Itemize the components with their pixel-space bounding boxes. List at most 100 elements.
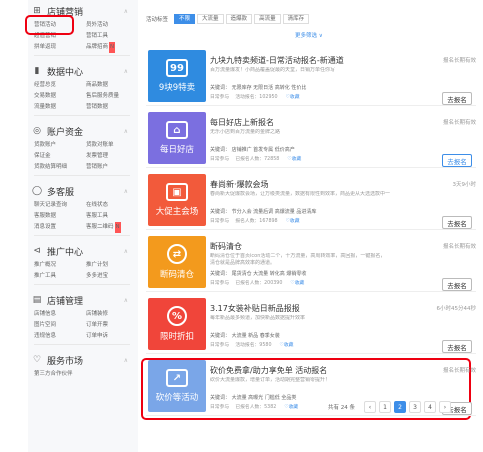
- page-number-button[interactable]: 4: [424, 401, 436, 413]
- sidebar-item[interactable]: 客服工具: [86, 211, 138, 222]
- activity-status: 报名长期有效: [442, 120, 476, 126]
- sidebar-item[interactable]: 员外活动: [86, 20, 138, 31]
- sidebar-item-label: 图片空间: [34, 322, 57, 328]
- sidebar-section-header[interactable]: ♡ 服务市场 ∧: [28, 351, 138, 369]
- filter-chip[interactable]: 大流量: [197, 14, 224, 24]
- favorite-link[interactable]: ♡收藏: [284, 405, 298, 410]
- activity-status: 报名长期有效: [442, 244, 476, 250]
- activity-thumbnail[interactable]: 99 9块9特卖: [148, 50, 206, 102]
- sidebar-divider: [34, 284, 130, 285]
- highlight-box-sidebar: [25, 15, 74, 35]
- filter-chip[interactable]: 高流量: [254, 14, 281, 24]
- page-number-button[interactable]: 3: [409, 401, 421, 413]
- page-number-button[interactable]: 1: [379, 401, 391, 413]
- favorite-link[interactable]: ♡收藏: [290, 281, 304, 286]
- activity-title[interactable]: 春尚新·爆款会场: [210, 179, 269, 190]
- new-badge: N: [109, 42, 116, 53]
- register-button[interactable]: 去报名: [442, 154, 472, 167]
- sidebar-item[interactable]: 货款账户: [34, 140, 86, 151]
- sidebar-section-header[interactable]: ▮ 数据中心 ∧: [28, 62, 138, 80]
- sidebar-item[interactable]: 在线状态: [86, 200, 138, 211]
- sidebar-item[interactable]: 售后服务质量: [86, 91, 138, 102]
- sidebar-item[interactable]: 流量数据: [34, 102, 86, 113]
- sidebar-item[interactable]: 店铺装修: [86, 309, 138, 320]
- activity-thumbnail[interactable]: ▣ 大促主会场: [148, 174, 206, 226]
- activity-title[interactable]: 九块九特卖频道-日常活动报名-新通道: [210, 55, 344, 66]
- sidebar-item[interactable]: 营销工具: [86, 31, 138, 42]
- sidebar-item[interactable]: 店铺信息: [34, 309, 86, 320]
- activity-description: 无乐小店到百万流量的金牌之路: [210, 129, 281, 135]
- sidebar-item[interactable]: 订单申诉: [86, 331, 138, 342]
- activity-title[interactable]: 砍价免费拿/助力享免单 活动报名: [210, 365, 327, 376]
- activity-thumbnail-caption: 大促主会场: [155, 207, 199, 217]
- sidebar-item[interactable]: 多多进宝: [86, 271, 138, 282]
- sidebar-item[interactable]: 营销账户: [86, 162, 138, 173]
- sidebar-item[interactable]: 客服数据: [34, 211, 86, 222]
- sidebar-item[interactable]: 经营总览: [34, 80, 86, 91]
- sidebar-section-header[interactable]: ⊲ 推广中心 ∧: [28, 242, 138, 260]
- activity-title[interactable]: 每日好店上新报名: [210, 117, 274, 128]
- activity-icon: ▣: [166, 183, 188, 201]
- register-button[interactable]: 去报名: [442, 92, 472, 105]
- sidebar-section-header[interactable]: ◯ 多客服 ∧: [28, 182, 138, 200]
- sidebar: ⊞ 店铺营销 ∧ 营销活动 员外活动 超值营销 营销工具 拼单返现 品牌招商 N ▮ 数据中心 ∧ 经营总…: [28, 0, 138, 452]
- sidebar-item-label: 消息设置: [34, 224, 57, 230]
- activity-title[interactable]: 3.17女装补贴日新品报报: [210, 303, 300, 314]
- activity-thumbnail-caption: 9块9特卖: [158, 83, 196, 93]
- sidebar-item[interactable]: 订单开票: [86, 320, 138, 331]
- sidebar-item[interactable]: 商品数据: [86, 80, 138, 91]
- account-funds-icon: ◎: [33, 126, 41, 136]
- registered-count: 已报名人数：72858: [235, 157, 280, 162]
- sidebar-item[interactable]: 品牌招商 N: [86, 42, 138, 53]
- sidebar-item[interactable]: 消息设置: [34, 222, 86, 233]
- activity-thumbnail-caption: 砍价等活动: [155, 393, 199, 403]
- sidebar-item[interactable]: 营销数据: [86, 102, 138, 113]
- favorite-label: 收藏: [294, 281, 305, 286]
- sidebar-section: ◎ 账户资金 ∧ 货款账户 货款对账单 保证金 发票管理 货款结算明细 营销账户: [28, 118, 138, 178]
- sidebar-section-header[interactable]: ◎ 账户资金 ∧: [28, 122, 138, 140]
- activity-thumbnail[interactable]: ⇄ 断码清仓: [148, 236, 206, 288]
- sidebar-item[interactable]: 货款结算明细: [34, 162, 86, 173]
- register-button[interactable]: 去报名: [442, 340, 472, 353]
- register-button[interactable]: 去报名: [442, 278, 472, 291]
- favorite-link[interactable]: ♡收藏: [287, 157, 301, 162]
- sidebar-item[interactable]: 货款对账单: [86, 140, 138, 151]
- sidebar-item[interactable]: 保证金: [34, 151, 86, 162]
- sidebar-item[interactable]: 图片空间: [34, 320, 86, 331]
- more-filters-link[interactable]: 更多筛选 ∨: [295, 31, 323, 39]
- activity-thumbnail[interactable]: % 限时折扣: [148, 298, 206, 350]
- next-page-button[interactable]: ›: [439, 401, 451, 413]
- favorite-link[interactable]: ♡收藏: [280, 343, 294, 348]
- sidebar-item[interactable]: 交易数据: [34, 91, 86, 102]
- sidebar-item[interactable]: 推广计划: [86, 260, 138, 271]
- activity-thumbnail[interactable]: ↗ 砍价等活动: [148, 360, 206, 412]
- activity-title[interactable]: 断码清仓: [210, 241, 242, 252]
- sidebar-item[interactable]: 发票管理: [86, 151, 138, 162]
- register-button[interactable]: 去报名: [442, 216, 472, 229]
- sidebar-item[interactable]: 推广工具: [34, 271, 86, 282]
- filter-chip[interactable]: 清库存: [282, 14, 310, 24]
- activity-thumbnail[interactable]: ⌂ 每日好店: [148, 112, 206, 164]
- sidebar-section: ◯ 多客服 ∧ 聊天记录查询 在线状态 客服数据 客服工具消息设置 客服二维码 N: [28, 178, 138, 238]
- favorite-link[interactable]: ♡收藏: [286, 95, 300, 100]
- registered-count: 已报名人数：5382: [235, 405, 277, 410]
- activity-keywords: 关键词： 无限库存 无限日活 高转化 性价比: [210, 85, 307, 91]
- sidebar-item[interactable]: 推广概况: [34, 260, 86, 271]
- prev-page-button[interactable]: ‹: [364, 401, 376, 413]
- sidebar-item[interactable]: 拼单返现: [34, 42, 86, 53]
- sidebar-item-label: 违规信息: [34, 333, 57, 339]
- page-number-button[interactable]: 2: [394, 401, 406, 413]
- favorite-link[interactable]: ♡收藏: [286, 219, 300, 224]
- sidebar-item[interactable]: 违规信息: [34, 331, 86, 342]
- sidebar-section-header[interactable]: ▤ 店铺管理 ∧: [28, 291, 138, 309]
- activity-icon: 99: [166, 59, 188, 77]
- sidebar-item-label: 售后服务质量: [86, 93, 120, 99]
- sidebar-item-label: 发票管理: [86, 153, 109, 159]
- filter-chip[interactable]: 造爆款: [225, 14, 253, 24]
- filter-chip[interactable]: 不限: [174, 14, 196, 24]
- sidebar-item[interactable]: 客服二维码 N: [86, 222, 138, 233]
- sidebar-item[interactable]: 第三方合作伙伴: [34, 369, 86, 380]
- promotion-icon: ⊲: [33, 246, 41, 256]
- sidebar-item[interactable]: 聊天记录查询: [34, 200, 86, 211]
- sidebar-item-label: 营销工具: [86, 33, 109, 39]
